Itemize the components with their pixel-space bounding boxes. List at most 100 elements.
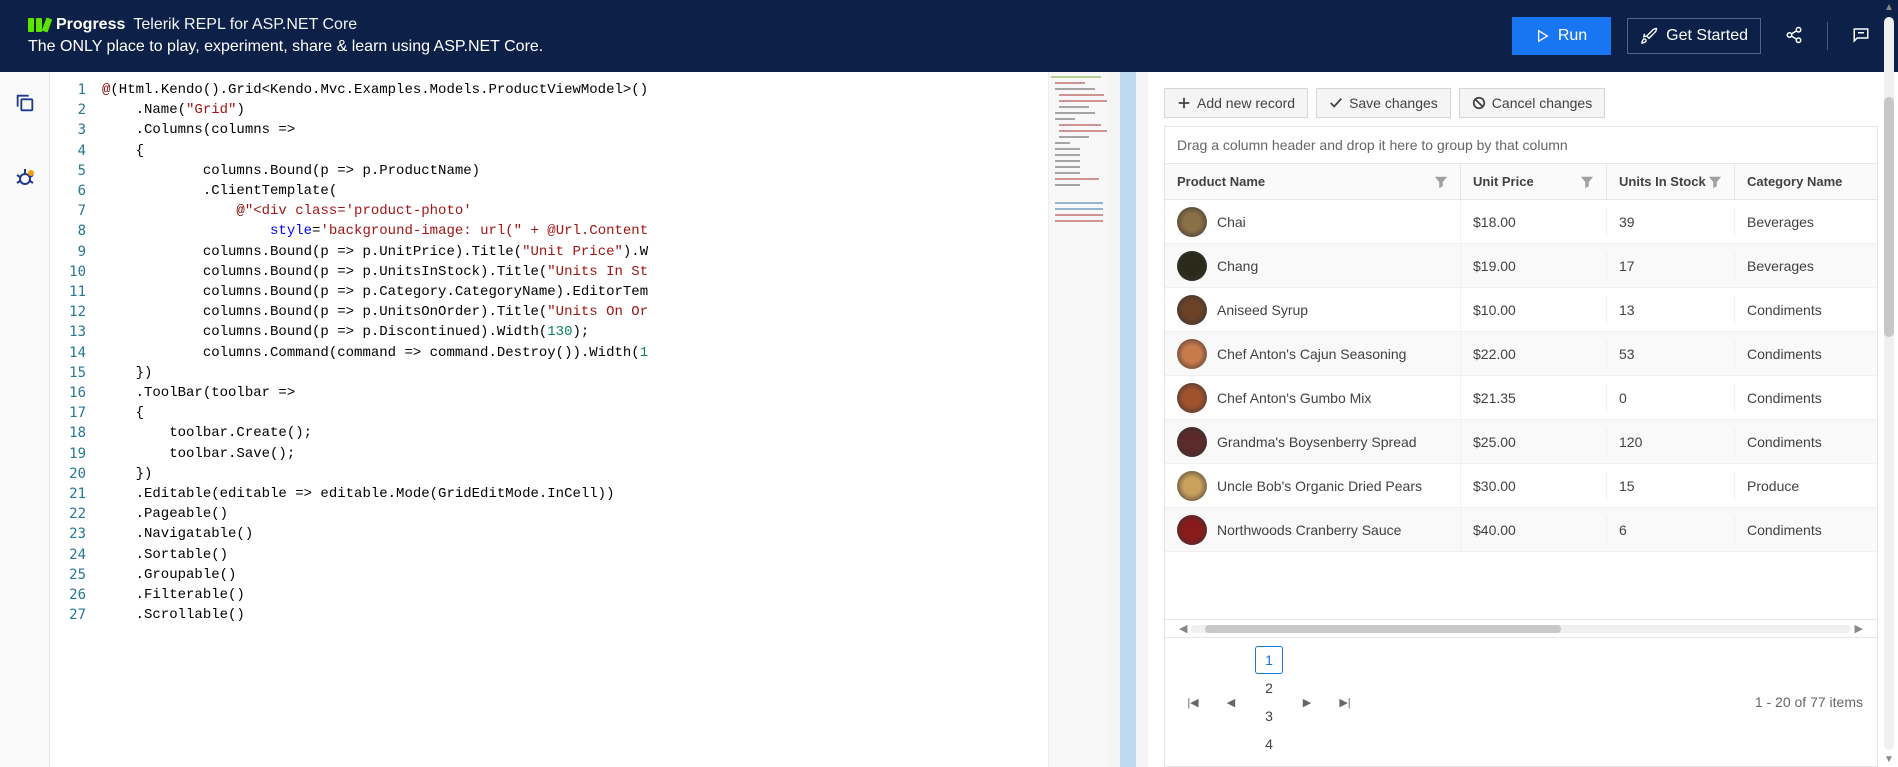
horizontal-scrollbar[interactable]: ◀ ▶: [1165, 619, 1877, 637]
table-row[interactable]: Grandma's Boysenberry Spread$25.00120Con…: [1165, 420, 1877, 464]
brand: Progress Telerik REPL for ASP.NET Core: [28, 16, 543, 34]
brand-progress: Progress: [56, 16, 125, 34]
data-grid: Product Name Unit Price Units In Stock C…: [1164, 163, 1878, 767]
scroll-left-arrow[interactable]: ◀: [1175, 622, 1191, 635]
scroll-up-arrow[interactable]: ▲: [1882, 0, 1896, 15]
brand-product: Telerik REPL for ASP.NET Core: [133, 16, 357, 34]
cell-units-stock[interactable]: 120: [1607, 428, 1735, 456]
share-icon: [1785, 26, 1803, 44]
filter-icon[interactable]: [1434, 175, 1448, 189]
check-icon: [1329, 96, 1343, 110]
table-row[interactable]: Northwoods Cranberry Sauce$40.006Condime…: [1165, 508, 1877, 552]
product-photo: [1177, 207, 1207, 237]
cell-units-stock[interactable]: 0: [1607, 384, 1735, 412]
play-icon: [1536, 29, 1550, 43]
save-changes-button[interactable]: Save changes: [1316, 88, 1451, 118]
pager-page-2[interactable]: 2: [1255, 674, 1283, 702]
grid-toolbar: Add new record Save changes Cancel chang…: [1164, 88, 1878, 118]
cell-unit-price[interactable]: $22.00: [1461, 340, 1607, 368]
table-row[interactable]: Chef Anton's Gumbo Mix$21.350Condiments: [1165, 376, 1877, 420]
cell-units-stock[interactable]: 13: [1607, 296, 1735, 324]
cell-unit-price[interactable]: $21.35: [1461, 384, 1607, 412]
pager: |◀ ◀ 1234 ▶ ▶| 1 - 20 of 77 items: [1165, 637, 1877, 766]
grid-body[interactable]: Chai$18.0039BeveragesChang$19.0017Bevera…: [1165, 200, 1877, 619]
bug-icon: [13, 167, 37, 191]
product-photo: [1177, 515, 1207, 545]
product-photo: [1177, 251, 1207, 281]
cell-unit-price[interactable]: $19.00: [1461, 252, 1607, 280]
splitter-handle[interactable]: [1108, 72, 1148, 767]
cell-unit-price[interactable]: $40.00: [1461, 516, 1607, 544]
page-vertical-scrollbar[interactable]: ▲ ▼: [1882, 0, 1896, 767]
add-record-button[interactable]: Add new record: [1164, 88, 1308, 118]
table-row[interactable]: Chai$18.0039Beverages: [1165, 200, 1877, 244]
pager-last[interactable]: ▶|: [1331, 688, 1359, 716]
column-header-name[interactable]: Product Name: [1165, 164, 1461, 199]
cancel-changes-button[interactable]: Cancel changes: [1459, 88, 1605, 118]
share-button[interactable]: [1777, 18, 1811, 55]
scroll-right-arrow[interactable]: ▶: [1851, 622, 1867, 635]
plus-icon: [1177, 96, 1191, 110]
cell-units-stock[interactable]: 17: [1607, 252, 1735, 280]
code-editor-panel[interactable]: 1234567891011121314151617181920212223242…: [50, 72, 1108, 767]
filter-icon[interactable]: [1708, 175, 1722, 189]
code-area[interactable]: @(Html.Kendo().Grid<Kendo.Mvc.Examples.M…: [96, 72, 1108, 767]
feedback-icon: [1852, 26, 1870, 44]
cell-product-name[interactable]: Chef Anton's Cajun Seasoning: [1165, 333, 1461, 375]
pager-first[interactable]: |◀: [1179, 688, 1207, 716]
cell-unit-price[interactable]: $30.00: [1461, 472, 1607, 500]
pager-next[interactable]: ▶: [1293, 688, 1321, 716]
product-photo: [1177, 471, 1207, 501]
hscroll-thumb[interactable]: [1205, 625, 1561, 633]
copy-button[interactable]: [14, 92, 36, 117]
cell-product-name[interactable]: Chef Anton's Gumbo Mix: [1165, 377, 1461, 419]
cell-units-stock[interactable]: 53: [1607, 340, 1735, 368]
cell-product-name[interactable]: Grandma's Boysenberry Spread: [1165, 421, 1461, 463]
progress-logo-icon: [28, 18, 50, 32]
cell-category[interactable]: Condiments: [1735, 384, 1877, 412]
cell-unit-price[interactable]: $25.00: [1461, 428, 1607, 456]
feedback-button[interactable]: [1844, 18, 1878, 55]
cell-product-name[interactable]: Northwoods Cranberry Sauce: [1165, 509, 1461, 551]
vscroll-thumb[interactable]: [1884, 97, 1894, 337]
cell-category[interactable]: Beverages: [1735, 208, 1877, 236]
cell-category[interactable]: Condiments: [1735, 296, 1877, 324]
pager-page-1[interactable]: 1: [1255, 646, 1283, 674]
table-row[interactable]: Aniseed Syrup$10.0013Condiments: [1165, 288, 1877, 332]
get-started-link[interactable]: Get Started: [1627, 18, 1761, 54]
hscroll-track[interactable]: [1191, 625, 1850, 633]
cell-category[interactable]: Beverages: [1735, 252, 1877, 280]
cancel-icon: [1472, 96, 1486, 110]
pager-page-4[interactable]: 4: [1255, 730, 1283, 758]
column-header-category[interactable]: Category Name: [1735, 164, 1877, 199]
group-drop-area[interactable]: Drag a column header and drop it here to…: [1164, 126, 1878, 163]
table-row[interactable]: Chang$19.0017Beverages: [1165, 244, 1877, 288]
cell-category[interactable]: Condiments: [1735, 516, 1877, 544]
cell-units-stock[interactable]: 39: [1607, 208, 1735, 236]
debug-button[interactable]: [13, 167, 37, 194]
pager-prev[interactable]: ◀: [1217, 688, 1245, 716]
cell-category[interactable]: Produce: [1735, 472, 1877, 500]
rocket-icon: [1640, 27, 1658, 45]
filter-icon[interactable]: [1580, 175, 1594, 189]
run-button[interactable]: Run: [1512, 17, 1611, 55]
scroll-down-arrow[interactable]: ▼: [1882, 752, 1896, 767]
copy-icon: [14, 92, 36, 114]
cell-unit-price[interactable]: $18.00: [1461, 208, 1607, 236]
cell-category[interactable]: Condiments: [1735, 340, 1877, 368]
cell-product-name[interactable]: Chang: [1165, 245, 1461, 287]
cell-unit-price[interactable]: $10.00: [1461, 296, 1607, 324]
table-row[interactable]: Chef Anton's Cajun Seasoning$22.0053Cond…: [1165, 332, 1877, 376]
column-header-stock[interactable]: Units In Stock: [1607, 164, 1735, 199]
column-header-price[interactable]: Unit Price: [1461, 164, 1607, 199]
minimap[interactable]: [1048, 72, 1108, 767]
pager-page-3[interactable]: 3: [1255, 702, 1283, 730]
vscroll-track[interactable]: [1884, 17, 1894, 750]
cell-product-name[interactable]: Uncle Bob's Organic Dried Pears: [1165, 465, 1461, 507]
cell-product-name[interactable]: Aniseed Syrup: [1165, 289, 1461, 331]
cell-units-stock[interactable]: 15: [1607, 472, 1735, 500]
cell-units-stock[interactable]: 6: [1607, 516, 1735, 544]
cell-category[interactable]: Condiments: [1735, 428, 1877, 456]
cell-product-name[interactable]: Chai: [1165, 201, 1461, 243]
table-row[interactable]: Uncle Bob's Organic Dried Pears$30.0015P…: [1165, 464, 1877, 508]
